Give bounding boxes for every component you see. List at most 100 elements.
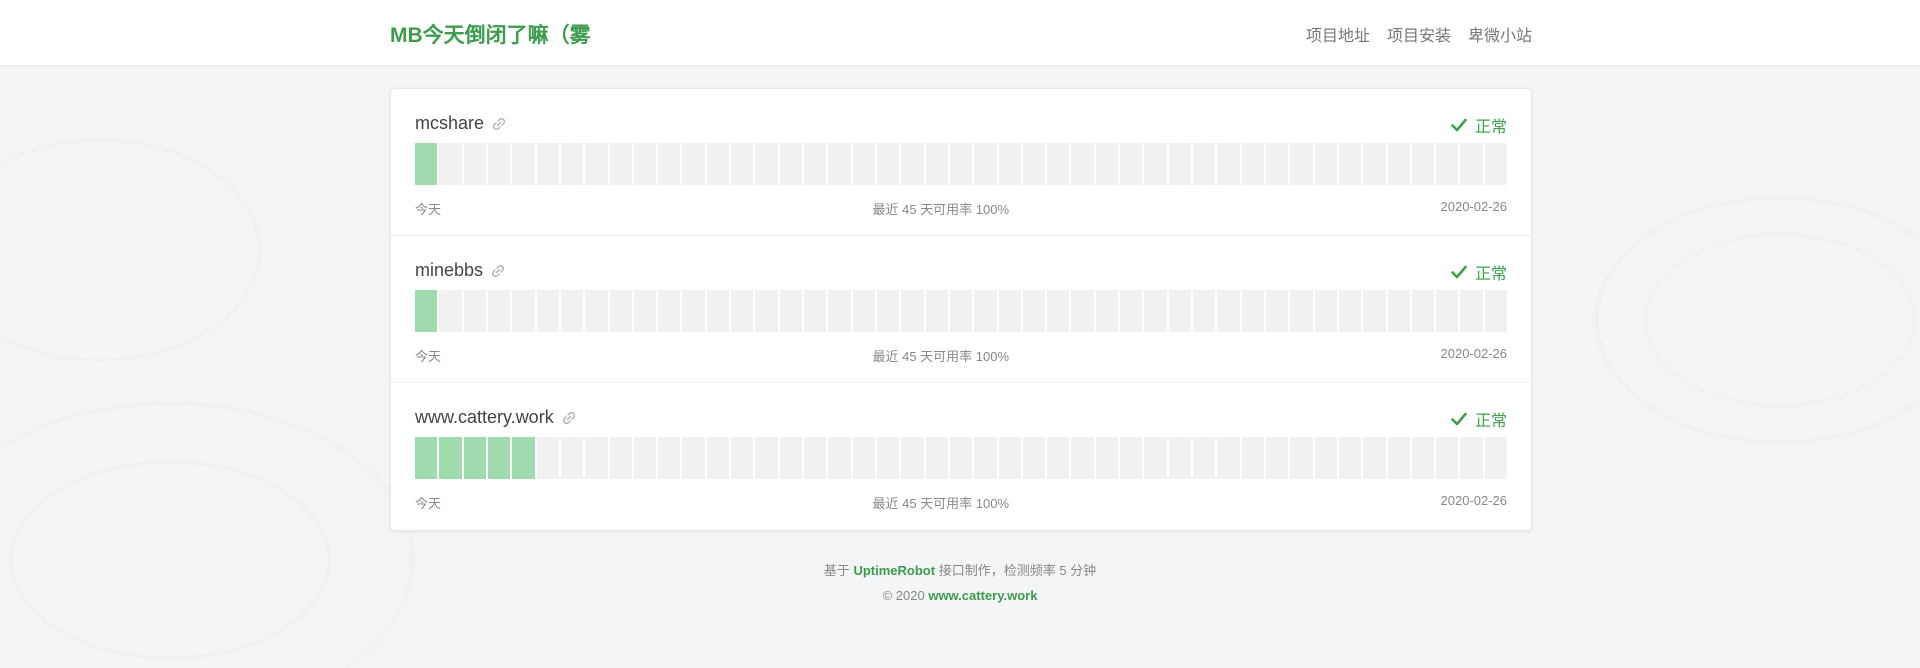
uptime-bar-empty[interactable] <box>755 290 778 332</box>
uptime-bar-empty[interactable] <box>1363 437 1386 479</box>
uptime-bar-empty[interactable] <box>1484 437 1508 479</box>
uptime-bar-empty[interactable] <box>658 290 681 332</box>
uptime-bar-empty[interactable] <box>682 143 705 185</box>
uptime-bar-empty[interactable] <box>560 143 584 185</box>
uptime-bar-empty[interactable] <box>1022 437 1046 479</box>
uptime-bar-empty[interactable] <box>1217 437 1240 479</box>
uptime-bar-empty[interactable] <box>998 437 1021 479</box>
uptime-bar-empty[interactable] <box>804 437 827 479</box>
uptime-bar-empty[interactable] <box>1484 143 1508 185</box>
uptime-bar-empty[interactable] <box>1436 143 1459 185</box>
uptime-bar-empty[interactable] <box>1047 437 1070 479</box>
uptime-bar-up[interactable] <box>463 437 486 479</box>
uptime-bar-empty[interactable] <box>658 437 681 479</box>
cattery-link[interactable]: www.cattery.work <box>928 588 1037 603</box>
uptime-bar-empty[interactable] <box>1460 290 1483 332</box>
uptime-bar-empty[interactable] <box>682 290 705 332</box>
uptime-bar-empty[interactable] <box>658 143 681 185</box>
uptime-bar-empty[interactable] <box>1193 437 1216 479</box>
uptime-bar-empty[interactable] <box>828 290 851 332</box>
uptime-bar-empty[interactable] <box>1411 143 1435 185</box>
uptime-bar-empty[interactable] <box>512 143 535 185</box>
uptime-bar-empty[interactable] <box>706 143 730 185</box>
uptime-bar-up[interactable] <box>439 437 462 479</box>
uptime-bar-up[interactable] <box>415 437 438 479</box>
uptime-bar-empty[interactable] <box>949 437 973 479</box>
uptime-bar-empty[interactable] <box>925 290 948 332</box>
uptime-bar-empty[interactable] <box>1120 143 1143 185</box>
uptime-bar-up[interactable] <box>415 290 438 332</box>
uptime-bar-up[interactable] <box>512 437 535 479</box>
uptime-bar-empty[interactable] <box>1047 290 1070 332</box>
uptime-bar-empty[interactable] <box>852 437 875 479</box>
uptime-bar-empty[interactable] <box>828 437 851 479</box>
uptime-bar-empty[interactable] <box>609 290 632 332</box>
uptime-bar-empty[interactable] <box>901 437 924 479</box>
uptime-bar-empty[interactable] <box>1241 290 1264 332</box>
uptime-bar-empty[interactable] <box>1265 437 1289 479</box>
uptime-bar-empty[interactable] <box>1071 290 1094 332</box>
uptime-bar-empty[interactable] <box>901 143 924 185</box>
uptime-bar-empty[interactable] <box>852 290 875 332</box>
uptime-bar-empty[interactable] <box>560 290 584 332</box>
uptime-bar-empty[interactable] <box>1095 290 1119 332</box>
uptime-bar-empty[interactable] <box>1217 290 1240 332</box>
uptime-bar-empty[interactable] <box>876 143 900 185</box>
nav-link-project-install[interactable]: 项目安装 <box>1387 22 1451 46</box>
nav-link-project-address[interactable]: 项目地址 <box>1306 22 1370 46</box>
uptime-bar-empty[interactable] <box>779 143 802 185</box>
uptime-bar-empty[interactable] <box>1095 437 1119 479</box>
uptime-bar-empty[interactable] <box>536 437 559 479</box>
uptime-bar-empty[interactable] <box>1460 143 1483 185</box>
uptime-bar-empty[interactable] <box>682 437 705 479</box>
uptime-bar-empty[interactable] <box>1338 437 1362 479</box>
uptime-bar-empty[interactable] <box>1265 143 1289 185</box>
uptime-bar-empty[interactable] <box>1168 290 1191 332</box>
uptime-bar-empty[interactable] <box>731 437 754 479</box>
uptime-bar-empty[interactable] <box>1387 290 1410 332</box>
uptime-bar-empty[interactable] <box>974 437 997 479</box>
uptime-bar-empty[interactable] <box>1314 143 1337 185</box>
uptime-bar-empty[interactable] <box>876 290 900 332</box>
uptime-bar-empty[interactable] <box>828 143 851 185</box>
uptime-bar-empty[interactable] <box>876 437 900 479</box>
uptime-bar-empty[interactable] <box>1168 143 1191 185</box>
link-icon[interactable] <box>491 116 507 132</box>
uptime-bar-empty[interactable] <box>901 290 924 332</box>
uptime-bar-empty[interactable] <box>998 143 1021 185</box>
uptime-bar-empty[interactable] <box>536 290 559 332</box>
uptime-bar-empty[interactable] <box>804 143 827 185</box>
uptime-bar-empty[interactable] <box>925 143 948 185</box>
uptime-bar-empty[interactable] <box>779 290 802 332</box>
uptime-bar-empty[interactable] <box>1387 143 1410 185</box>
uptime-bar-empty[interactable] <box>1071 143 1094 185</box>
uptime-bar-empty[interactable] <box>755 143 778 185</box>
uptime-bar-empty[interactable] <box>998 290 1021 332</box>
uptime-bar-empty[interactable] <box>974 290 997 332</box>
uptime-bar-empty[interactable] <box>633 290 657 332</box>
uptime-bar-empty[interactable] <box>1314 437 1337 479</box>
uptime-bar-empty[interactable] <box>1217 143 1240 185</box>
uptime-bar-empty[interactable] <box>1095 143 1119 185</box>
uptime-bar-empty[interactable] <box>1363 290 1386 332</box>
uptime-bar-empty[interactable] <box>949 143 973 185</box>
site-brand[interactable]: MB今天倒闭了嘛（雾 <box>390 19 591 49</box>
uptime-bar-empty[interactable] <box>609 437 632 479</box>
uptime-bar-empty[interactable] <box>1411 437 1435 479</box>
uptimerobot-link[interactable]: UptimeRobot <box>853 563 935 578</box>
uptime-bar-empty[interactable] <box>1290 437 1313 479</box>
nav-link-small-site[interactable]: 卑微小站 <box>1468 22 1532 46</box>
uptime-bar-empty[interactable] <box>609 143 632 185</box>
uptime-bar-empty[interactable] <box>1265 290 1289 332</box>
uptime-bar-empty[interactable] <box>1193 290 1216 332</box>
uptime-bar-empty[interactable] <box>1460 437 1483 479</box>
uptime-bar-empty[interactable] <box>1338 143 1362 185</box>
link-icon[interactable] <box>561 410 577 426</box>
uptime-bar-empty[interactable] <box>1314 290 1337 332</box>
uptime-bar-empty[interactable] <box>949 290 973 332</box>
uptime-bar-empty[interactable] <box>439 143 462 185</box>
uptime-bar-empty[interactable] <box>1436 437 1459 479</box>
uptime-bar-empty[interactable] <box>1387 437 1410 479</box>
link-icon[interactable] <box>490 263 506 279</box>
uptime-bar-empty[interactable] <box>1436 290 1459 332</box>
